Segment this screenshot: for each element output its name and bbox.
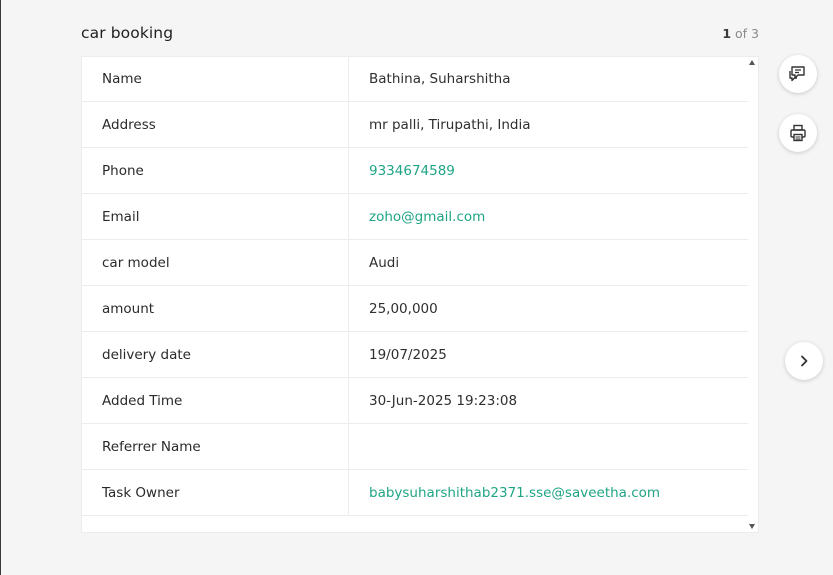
record-pager: 1 of 3 — [722, 26, 759, 41]
pager-current: 1 — [722, 26, 732, 41]
field-row-added-time: Added Time 30-Jun-2025 19:23:08 — [82, 378, 748, 424]
field-label: Email — [102, 208, 140, 225]
email-link[interactable]: zoho@gmail.com — [369, 209, 485, 225]
field-label: delivery date — [102, 346, 191, 363]
field-row-task-owner: Task Owner babysuharshithab2371.sse@save… — [82, 470, 748, 516]
scroll-up-arrow[interactable] — [749, 60, 755, 65]
field-label: Added Time — [102, 392, 183, 409]
scroll-down-arrow[interactable] — [749, 524, 755, 529]
field-label: amount — [102, 300, 155, 317]
print-button[interactable] — [779, 114, 817, 152]
page-title: car booking — [81, 24, 174, 42]
record-rows: Name Bathina, Suharshitha Address mr pal… — [82, 57, 748, 516]
field-row-phone: Phone 9334674589 — [82, 148, 748, 194]
phone-link[interactable]: 9334674589 — [369, 163, 455, 179]
field-label: car model — [102, 254, 170, 271]
chevron-right-icon — [797, 354, 811, 368]
left-panel-edge — [0, 0, 1, 575]
field-row-name: Name Bathina, Suharshitha — [82, 57, 748, 102]
field-row-address: Address mr palli, Tirupathi, India — [82, 102, 748, 148]
field-label: Referrer Name — [102, 438, 201, 455]
field-value: 30-Jun-2025 19:23:08 — [369, 392, 518, 409]
task-owner-link[interactable]: babysuharshithab2371.sse@saveetha.com — [369, 485, 660, 501]
field-label: Phone — [102, 162, 144, 179]
field-value: 25,00,000 — [369, 300, 438, 317]
field-label: Task Owner — [102, 484, 180, 501]
next-record-button[interactable] — [785, 342, 823, 380]
field-row-email: Email zoho@gmail.com — [82, 194, 748, 240]
field-value: 19/07/2025 — [369, 346, 447, 363]
field-value: Bathina, Suharshitha — [369, 71, 511, 87]
field-value: mr palli, Tirupathi, India — [369, 116, 531, 133]
field-label: Name — [102, 71, 142, 87]
print-icon — [788, 123, 808, 143]
field-label: Address — [102, 116, 156, 133]
pager-total: of 3 — [735, 26, 759, 41]
field-row-referrer-name: Referrer Name — [82, 424, 748, 470]
field-row-amount: amount 25,00,000 — [82, 286, 748, 332]
record-card: Name Bathina, Suharshitha Address mr pal… — [81, 56, 759, 533]
field-value: Audi — [369, 254, 400, 271]
comment-icon — [788, 65, 808, 83]
field-row-delivery-date: delivery date 19/07/2025 — [82, 332, 748, 378]
comment-button[interactable] — [779, 55, 817, 93]
field-row-car-model: car model Audi — [82, 240, 748, 286]
